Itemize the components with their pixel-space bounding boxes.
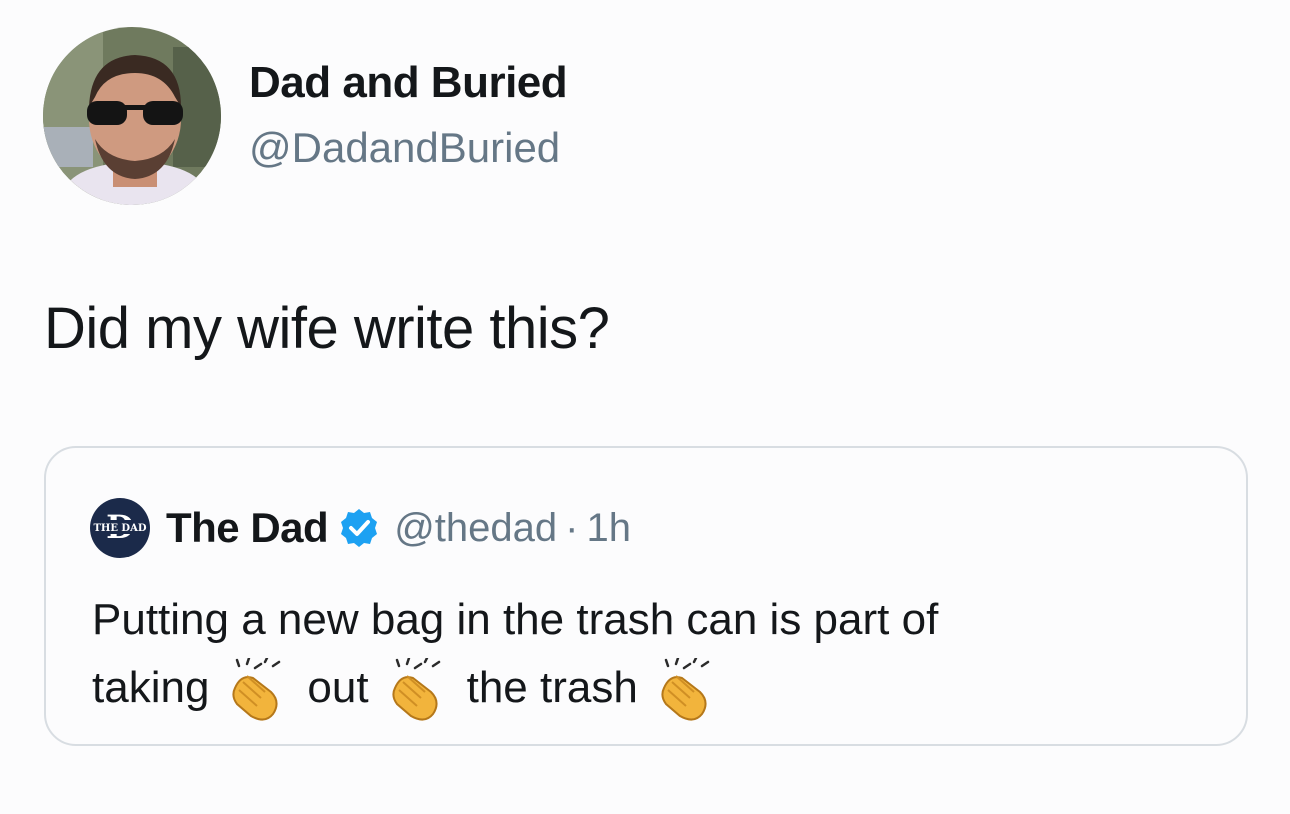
quoted-tweet-header: D THE DAD The Dad @thedad · 1h [90,498,631,558]
logo-text: THE DAD [93,523,146,534]
quoted-tweet[interactable]: D THE DAD The Dad @thedad · 1h Putting a… [44,446,1248,746]
avatar-photo [43,27,221,205]
word-out: out [307,663,369,712]
clapping-hands-icon [385,658,451,724]
quoted-tweet-text: Putting a new bag in the trash can is pa… [92,586,1212,724]
quoted-text-line-1: Putting a new bag in the trash can is pa… [92,595,939,644]
the-dad-logo[interactable]: D THE DAD [90,498,150,558]
author-avatar[interactable] [43,27,221,205]
tweet-text: Did my wife write this? [44,296,610,361]
tweet-card: Dad and Buried @DadandBuried Did my wife… [0,0,1290,814]
clapping-hands-icon [225,658,291,724]
quoted-tweet-time[interactable]: 1h [586,506,631,551]
quoted-author-handle[interactable]: @thedad [394,506,557,551]
author-handle[interactable]: @DadandBuried [249,124,560,172]
words-the-trash: the trash [466,663,638,712]
author-name[interactable]: Dad and Buried [249,58,568,108]
clapping-hands-icon [654,658,720,724]
word-taking: taking [92,663,210,712]
quoted-text-line-2: taking out the trash [92,654,1212,724]
quoted-author-name[interactable]: The Dad [166,504,329,552]
verified-badge-icon [338,507,380,549]
header-separator: · [565,505,579,550]
